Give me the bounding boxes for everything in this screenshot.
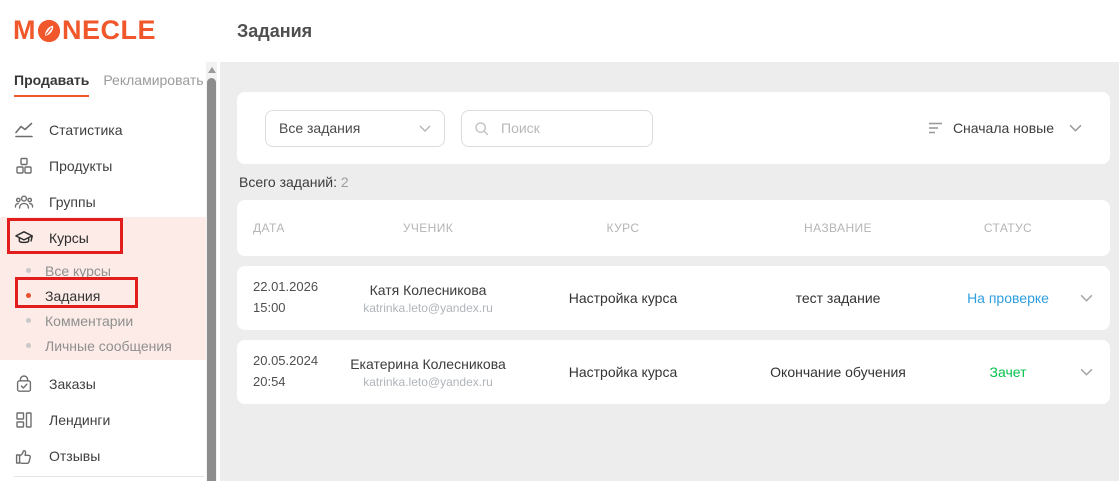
arrow-up-icon (208, 67, 216, 73)
thumbs-up-icon (14, 446, 34, 466)
sort-lines-icon (928, 121, 944, 135)
tasks-total: Всего заданий: 2 (239, 174, 1110, 190)
tasks-total-count: 2 (341, 174, 349, 190)
content-area: Все задания Сначала новые Всего заданий:… (220, 62, 1119, 481)
landings-icon (14, 410, 34, 430)
sidebar-subitem-private-messages[interactable]: Личные сообщения (0, 333, 206, 358)
time-value: 15:00 (253, 298, 333, 319)
column-header: СТАТУС (953, 221, 1063, 235)
table-header-row: ДАТАУЧЕНИККУРСНАЗВАНИЕСТАТУС (237, 200, 1110, 256)
sidebar-subitem-comments[interactable]: Комментарии (0, 308, 206, 333)
date-value: 20.05.2024 (253, 351, 333, 372)
groups-icon (14, 192, 34, 212)
sidebar: M NECLE Продавать Рекламировать Статисти… (0, 0, 220, 481)
page-title: Задания (237, 21, 312, 42)
sidebar-item-label: Отзывы (49, 448, 100, 464)
column-header: КУРС (523, 221, 723, 235)
cell-date: 22.01.202615:00 (253, 277, 333, 319)
table-body: 22.01.202615:00Катя Колесникова katrinka.… (237, 266, 1110, 404)
sidebar-item-groups[interactable]: Группы (0, 184, 206, 220)
task-type-dropdown[interactable]: Все задания (265, 110, 445, 147)
tab-sell[interactable]: Продавать (14, 72, 89, 97)
table-row: 20.05.202420:54Екатерина Колесникова katr… (237, 340, 1110, 404)
sidebar-item-label: Группы (49, 194, 96, 210)
student-name: Катя Колесникова (333, 282, 523, 298)
tab-advertise[interactable]: Рекламировать (103, 72, 203, 97)
logo-text-suffix: NECLE (62, 17, 156, 44)
bullet-icon (26, 293, 31, 298)
cell-course: Настройка курса (523, 364, 723, 380)
column-header: ДАТА (253, 221, 333, 235)
student-email: katrinka.leto@yandex.ru (333, 375, 523, 389)
sidebar-item-stats[interactable]: Статистика (0, 112, 206, 148)
search-icon (473, 120, 490, 137)
logo-text-prefix: M (13, 17, 36, 44)
bullet-icon (26, 343, 31, 348)
sidebar-subitem-label: Комментарии (45, 313, 133, 329)
graduation-cap-icon (14, 228, 34, 248)
row-expand-chevron-icon[interactable] (1063, 368, 1110, 376)
sidebar-menu: Статистика Продукты Группы Курсы Все курсы За… (0, 112, 206, 474)
orders-bag-icon (14, 374, 34, 394)
sidebar-item-label: Продукты (49, 158, 112, 174)
sidebar-item-label: Курсы (49, 230, 89, 246)
bullet-icon (26, 318, 31, 323)
page-header: Задания (220, 0, 1119, 62)
sidebar-subitem-label: Все курсы (45, 263, 111, 279)
scrollbar-thumb[interactable] (207, 78, 216, 481)
chevron-down-icon (419, 125, 431, 132)
search-box (461, 110, 653, 147)
student-name: Екатерина Колесникова (333, 356, 523, 372)
status-badge[interactable]: Зачет (953, 364, 1063, 380)
chevron-down-icon (1069, 124, 1082, 132)
sidebar-subitem-tasks[interactable]: Задания (0, 283, 206, 308)
leaf-circle-icon (36, 19, 62, 43)
cell-course: Настройка курса (523, 290, 723, 306)
sidebar-tabs: Продавать Рекламировать (14, 72, 204, 97)
row-expand-chevron-icon[interactable] (1063, 294, 1110, 302)
cell-student: Екатерина Колесникова katrinka.leto@yande… (333, 356, 523, 389)
brand-logo[interactable]: M NECLE (13, 17, 156, 44)
sort-value: Сначала новые (953, 120, 1054, 136)
date-value: 22.01.2026 (253, 277, 333, 298)
filter-bar: Все задания Сначала новые (237, 92, 1110, 164)
cell-task-title: Окончание обучения (723, 364, 953, 380)
app-window: M NECLE Продавать Рекламировать Статисти… (0, 0, 1119, 481)
sidebar-item-products[interactable]: Продукты (0, 148, 206, 184)
search-input[interactable] (499, 119, 641, 137)
sidebar-item-label: Заказы (49, 376, 96, 392)
sidebar-subitem-label: Личные сообщения (45, 338, 172, 354)
cell-date: 20.05.202420:54 (253, 351, 333, 393)
sidebar-item-label: Статистика (49, 122, 123, 138)
sidebar-item-courses[interactable]: Курсы (0, 220, 206, 256)
sidebar-item-landings[interactable]: Лендинги (0, 402, 206, 438)
sidebar-item-reviews[interactable]: Отзывы (0, 438, 206, 474)
table-row: 22.01.202615:00Катя Колесникова katrinka.… (237, 266, 1110, 330)
sidebar-scrollbar[interactable] (206, 62, 217, 481)
time-value: 20:54 (253, 372, 333, 393)
sidebar-item-label: Лендинги (49, 412, 110, 428)
sidebar-item-orders[interactable]: Заказы (0, 366, 206, 402)
tasks-total-label: Всего заданий: (239, 174, 337, 190)
column-header: НАЗВАНИЕ (723, 221, 953, 235)
sort-dropdown[interactable]: Сначала новые (928, 120, 1082, 136)
products-icon (14, 156, 34, 176)
student-email: katrinka.leto@yandex.ru (333, 301, 523, 315)
sidebar-bottom-divider (14, 476, 204, 477)
sidebar-subitem-label: Задания (45, 288, 100, 304)
main-area: Задания Все задания Сначала новые (220, 0, 1119, 481)
line-chart-icon (14, 120, 34, 140)
status-badge[interactable]: На проверке (953, 290, 1063, 306)
scroll-up-button[interactable] (206, 62, 217, 77)
task-type-value: Все задания (279, 120, 360, 136)
sidebar-submenu-courses: Все курсы Задания Комментарии Личные сообще… (0, 258, 206, 358)
bullet-icon (26, 268, 31, 273)
cell-student: Катя Колесникова katrinka.leto@yandex.ru (333, 282, 523, 315)
sidebar-subitem-all-courses[interactable]: Все курсы (0, 258, 206, 283)
cell-task-title: тест задание (723, 290, 953, 306)
column-header: УЧЕНИК (333, 221, 523, 235)
